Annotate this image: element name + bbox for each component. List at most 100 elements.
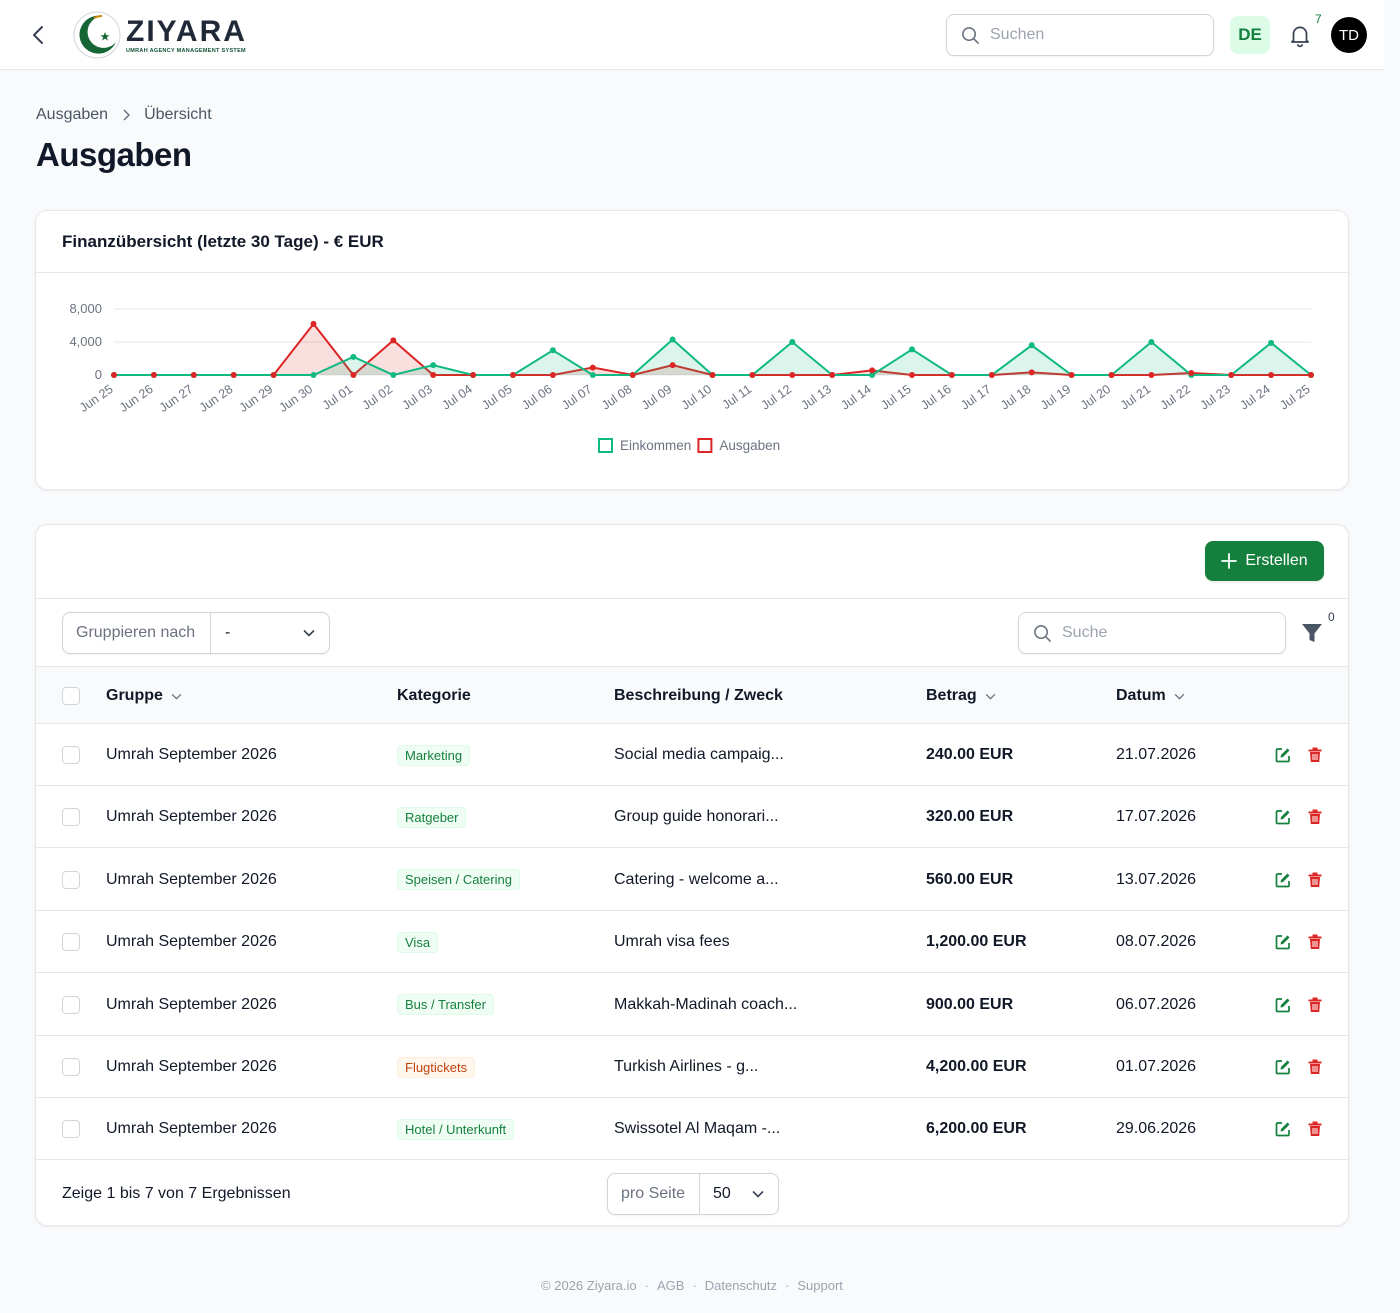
x-tick-label: Jul 03 — [400, 382, 435, 413]
data-point-ausgaben — [1308, 372, 1314, 378]
per-page-label: pro Seite — [608, 1174, 700, 1214]
trash-icon[interactable] — [1306, 871, 1324, 889]
page-title: Ausgaben — [36, 136, 192, 173]
edit-icon[interactable] — [1274, 871, 1292, 889]
edit-icon[interactable] — [1274, 746, 1292, 764]
x-tick-label: Jul 25 — [1277, 382, 1312, 413]
edit-icon[interactable] — [1274, 933, 1292, 951]
x-tick-label: Jul 14 — [838, 382, 873, 413]
data-point-einkommen — [789, 339, 796, 345]
trash-icon[interactable] — [1306, 996, 1324, 1014]
column-group[interactable]: Gruppe — [106, 667, 182, 725]
column-amount-label: Betrag — [926, 687, 977, 704]
per-page-dropdown[interactable]: 50 — [700, 1185, 778, 1203]
column-group-label: Gruppe — [106, 687, 163, 704]
table-row[interactable]: Umrah September 2026 Flugtickets Turkish… — [36, 1036, 1348, 1098]
chevron-down-icon[interactable] — [171, 693, 182, 700]
trash-icon[interactable] — [1306, 933, 1324, 951]
row-amount: 1,200.00 EUR — [926, 933, 1027, 951]
per-page-select[interactable]: pro Seite 50 — [607, 1173, 779, 1215]
row-checkbox[interactable] — [62, 1058, 80, 1076]
table-row[interactable]: Umrah September 2026 Hotel / Unterkunft … — [36, 1098, 1348, 1161]
plus-icon — [1221, 553, 1238, 569]
table-row[interactable]: Umrah September 2026 Marketing Social me… — [36, 724, 1348, 786]
data-point-ausgaben — [1228, 372, 1235, 378]
chevron-down-icon[interactable] — [985, 693, 996, 700]
data-point-einkommen — [669, 336, 676, 343]
table-row[interactable]: Umrah September 2026 Speisen / Catering … — [36, 849, 1348, 911]
language-button[interactable]: DE — [1230, 16, 1270, 54]
data-point-ausgaben — [150, 372, 157, 378]
chevron-down-icon[interactable] — [1174, 693, 1185, 700]
copyright: © 2026 Ziyara.io — [541, 1278, 637, 1293]
row-amount: 900.00 EUR — [926, 995, 1014, 1013]
group-by-select[interactable]: Gruppieren nach - — [62, 612, 330, 654]
x-tick-label: Jul 22 — [1158, 382, 1193, 413]
search-icon — [962, 26, 979, 44]
data-point-ausgaben — [948, 372, 955, 378]
row-amount: 240.00 EUR — [926, 746, 1014, 763]
data-point-ausgaben — [350, 372, 357, 378]
footer-link-support[interactable]: Support — [797, 1278, 843, 1293]
edit-icon[interactable] — [1274, 1058, 1292, 1076]
row-date: 08.07.2026 — [1116, 933, 1197, 951]
data-point-ausgaben — [629, 372, 636, 378]
create-button[interactable]: Erstellen — [1205, 541, 1324, 581]
trash-icon[interactable] — [1306, 746, 1324, 764]
global-search[interactable] — [946, 14, 1214, 56]
row-checkbox[interactable] — [62, 870, 80, 889]
data-point-ausgaben — [270, 372, 277, 378]
footer-link-agb[interactable]: AGB — [657, 1278, 684, 1293]
table-search[interactable] — [1018, 612, 1286, 654]
column-amount[interactable]: Betrag — [926, 667, 996, 725]
row-checkbox[interactable] — [62, 995, 80, 1014]
data-point-ausgaben — [430, 372, 437, 378]
x-tick-label: Jul 24 — [1237, 382, 1272, 413]
footer-link-datenschutz[interactable]: Datenschutz — [705, 1278, 777, 1293]
select-all-checkbox[interactable] — [62, 687, 80, 705]
top-bar: ZIYARA UMRAH AGENCY MANAGEMENT SYSTEM DE… — [0, 0, 1384, 70]
data-point-einkommen — [589, 372, 596, 378]
table-search-input[interactable] — [1062, 624, 1262, 642]
x-tick-label: Jul 18 — [998, 382, 1033, 413]
row-description: Social media campaig... — [614, 746, 784, 763]
trash-icon[interactable] — [1306, 1120, 1324, 1138]
logo[interactable]: ZIYARA UMRAH AGENCY MANAGEMENT SYSTEM — [72, 10, 247, 60]
x-tick-label: Jul 05 — [479, 382, 514, 413]
trash-icon[interactable] — [1306, 808, 1324, 826]
row-group: Umrah September 2026 — [106, 870, 277, 888]
group-by-dropdown[interactable]: - — [211, 624, 329, 642]
breadcrumb-item-ausgaben[interactable]: Ausgaben — [36, 106, 108, 124]
x-tick-label: Jul 06 — [519, 382, 554, 413]
row-checkbox[interactable] — [62, 808, 80, 827]
row-date: 13.07.2026 — [1116, 870, 1197, 888]
category-badge: Flugtickets — [397, 1056, 476, 1078]
data-point-ausgaben — [510, 372, 516, 378]
row-group: Umrah September 2026 — [106, 1120, 277, 1138]
table-row[interactable]: Umrah September 2026 Bus / Transfer Makk… — [36, 974, 1348, 1036]
table-row[interactable]: Umrah September 2026 Visa Umrah visa fee… — [36, 911, 1348, 974]
edit-icon[interactable] — [1274, 996, 1292, 1014]
row-amount: 4,200.00 EUR — [926, 1058, 1027, 1075]
edit-icon[interactable] — [1274, 808, 1292, 826]
row-checkbox[interactable] — [62, 1120, 80, 1139]
trash-icon[interactable] — [1306, 1058, 1324, 1076]
row-checkbox[interactable] — [62, 933, 80, 952]
edit-icon[interactable] — [1274, 1120, 1292, 1138]
data-point-ausgaben — [749, 372, 756, 378]
column-category: Kategorie — [397, 667, 471, 725]
column-date[interactable]: Datum — [1116, 667, 1185, 725]
data-point-ausgaben — [1068, 372, 1075, 378]
bell-icon[interactable] — [1287, 22, 1313, 48]
funnel-icon[interactable] — [1301, 621, 1323, 645]
x-tick-label: Jul 23 — [1198, 382, 1233, 413]
global-search-input[interactable] — [990, 26, 1190, 44]
row-checkbox[interactable] — [62, 746, 80, 764]
table-row[interactable]: Umrah September 2026 Ratgeber Group guid… — [36, 786, 1348, 849]
row-category: Visa — [397, 911, 439, 973]
avatar[interactable]: TD — [1331, 17, 1367, 53]
data-point-ausgaben — [589, 364, 596, 371]
back-button[interactable] — [26, 22, 50, 48]
chart-title: Finanzübersicht (letzte 30 Tage) - € EUR — [62, 232, 384, 251]
x-tick-label: Jul 10 — [679, 382, 714, 413]
